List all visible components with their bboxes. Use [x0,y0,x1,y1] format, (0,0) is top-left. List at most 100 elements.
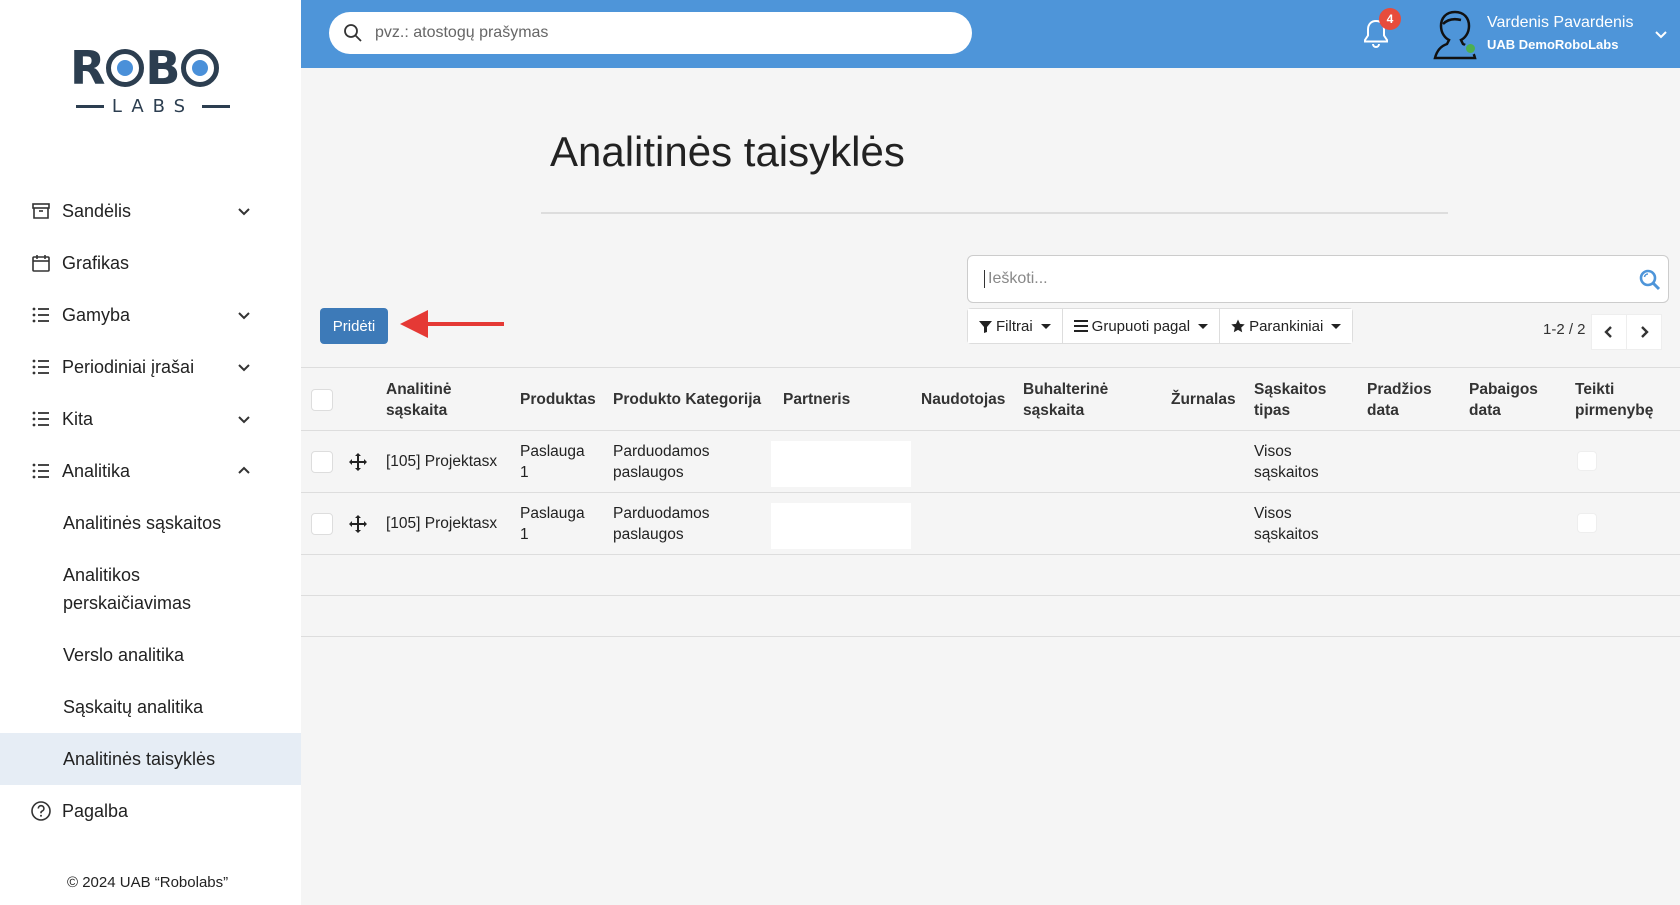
caret-down-icon [1331,323,1342,329]
sidebar-subitem-label: Sąskaitų analitika [63,696,204,717]
column-header-priority[interactable]: Teikti pirmenybę [1575,379,1675,421]
column-header-end-date[interactable]: Pabaigos data [1469,379,1559,421]
sidebar-item-label: Periodiniai įrašai [62,356,195,377]
table-empty-row [301,555,1680,596]
favorites-label: Parankiniai [1249,317,1324,335]
priority-checkbox[interactable] [1577,513,1597,533]
sidebar-item-pagalba[interactable]: Pagalba [0,785,301,837]
sidebar: RB LABS Sandėlis Grafikas Gamyba Periodi… [0,0,301,905]
group-by-label: Grupuoti pagal [1091,317,1191,335]
question-circle-icon [30,800,52,822]
column-header-product[interactable]: Produktas [520,389,596,410]
user-name[interactable]: Vardenis Pavardenis [1487,14,1633,32]
sidebar-subitem-analitikos-perskaiciavimas[interactable]: Analitikos perskaičiavimas [0,549,301,629]
list-icon [30,304,52,326]
priority-checkbox[interactable] [1577,451,1597,471]
cell-product: Paslauga 1 [520,505,585,543]
pager-value[interactable]: 1-2 / 2 [1543,321,1586,338]
global-search-input[interactable] [375,24,935,42]
cell-partner [771,441,911,487]
sidebar-item-label: Analitika [62,460,131,481]
sidebar-item-label: Grafikas [62,252,130,273]
online-status-dot [1464,42,1477,55]
table-row[interactable]: [105] Projektasx Paslauga 1 Parduodamos … [301,431,1680,493]
column-header-start-date[interactable]: Pradžios data [1367,379,1447,421]
sidebar-subitem-label: Analitinės sąskaitos [63,512,222,533]
search-icon [344,24,362,42]
column-header-analytic-account[interactable]: Analitinė sąskaita [386,379,496,421]
calendar-icon [30,252,52,274]
sidebar-item-sandelis[interactable]: Sandėlis [0,185,301,237]
sidebar-subitem-analitines-taisykles[interactable]: Analitinės taisyklės [0,733,301,785]
global-search[interactable] [329,12,972,54]
cell-partner [771,503,911,549]
cell-product-category: Parduodamos paslaugos [613,505,710,543]
caret-down-icon [1040,323,1051,329]
notification-badge: 4 [1379,8,1401,30]
sidebar-item-label: Sandėlis [62,200,132,221]
row-checkbox[interactable] [311,513,333,535]
cell-product: Paslauga 1 [520,443,585,481]
table-header: Analitinė sąskaita Produktas Produkto Ka… [301,367,1680,431]
chevron-left-icon [1604,326,1612,338]
sidebar-item-grafikas[interactable]: Grafikas [0,237,301,289]
list-search-input[interactable] [984,270,1604,288]
drag-handle-icon[interactable] [349,515,367,533]
sidebar-subitem-analitines-saskaitos[interactable]: Analitinės sąskaitos [0,497,301,549]
cell-product-category: Parduodamos paslaugos [613,443,710,481]
sidebar-item-analitika[interactable]: Analitika [0,445,301,497]
row-checkbox[interactable] [311,451,333,473]
sidebar-subitem-saskaitu-analitika[interactable]: Sąskaitų analitika [0,681,301,733]
column-header-invoice-type[interactable]: Sąskaitos tipas [1254,379,1344,421]
cell-invoice-type: Visos sąskaitos [1254,505,1319,543]
sidebar-item-gamyba[interactable]: Gamyba [0,289,301,341]
table-row[interactable]: [105] Projektasx Paslauga 1 Parduodamos … [301,493,1680,555]
sidebar-item-kita[interactable]: Kita [0,393,301,445]
robolabs-logo[interactable]: RB LABS [70,42,230,122]
archive-icon [30,200,52,222]
user-company[interactable]: UAB DemoRoboLabs [1487,37,1618,52]
pager-previous-button[interactable] [1591,314,1627,350]
group-by-button[interactable]: Grupuoti pagal [1062,309,1221,343]
drag-handle-icon[interactable] [349,453,367,471]
cell-analytic-account: [105] Projektasx [386,515,498,532]
cell-invoice-type: Visos sąskaitos [1254,443,1319,481]
rules-table: Analitinė sąskaita Produktas Produkto Ka… [301,367,1680,637]
list-search[interactable] [967,255,1669,303]
chevron-down-icon [238,416,250,424]
column-header-user[interactable]: Naudotojas [921,389,1005,410]
chevron-right-icon [1641,326,1649,338]
search-icon[interactable] [1638,268,1662,292]
copyright: © 2024 UAB “Robolabs” [67,874,229,891]
list-icon [30,356,52,378]
column-header-partner[interactable]: Partneris [783,389,850,410]
chevron-up-icon [238,466,250,474]
column-header-product-category[interactable]: Produkto Kategorija [613,389,761,410]
chevron-down-icon [238,364,250,372]
sidebar-subitem-verslo-analitika[interactable]: Verslo analitika [0,629,301,681]
list-icon [30,408,52,430]
column-header-accounting-account[interactable]: Buhalterinė sąskaita [1023,379,1133,421]
select-all-checkbox[interactable] [311,389,333,411]
top-bar: 4 Vardenis Pavardenis UAB DemoRoboLabs [301,0,1680,68]
filters-button[interactable]: Filtrai [968,309,1063,343]
chevron-down-icon [238,208,250,216]
add-button[interactable]: Pridėti [320,308,388,344]
filter-icon [979,320,992,333]
search-options: Filtrai Grupuoti pagal Parankiniai [967,308,1354,344]
sidebar-item-periodiniai-irasai[interactable]: Periodiniai įrašai [0,341,301,393]
arrow-left-icon [400,310,504,338]
cell-analytic-account: [105] Projektasx [386,453,498,470]
filters-label: Filtrai [996,317,1033,335]
sidebar-item-label: Gamyba [62,304,131,325]
chevron-down-icon[interactable] [1653,26,1669,42]
page-title: Analitinės taisyklės [550,128,905,175]
caret-down-icon [1198,323,1209,329]
sidebar-item-label: Pagalba [62,800,129,821]
favorites-button[interactable]: Parankiniai [1220,309,1353,343]
column-header-journal[interactable]: Žurnalas [1171,389,1236,410]
sidebar-item-label: Kita [62,408,94,429]
pager-next-button[interactable] [1626,314,1662,350]
sidebar-subitem-label: Analitikos perskaičiavimas [63,565,192,613]
star-icon [1231,319,1245,333]
